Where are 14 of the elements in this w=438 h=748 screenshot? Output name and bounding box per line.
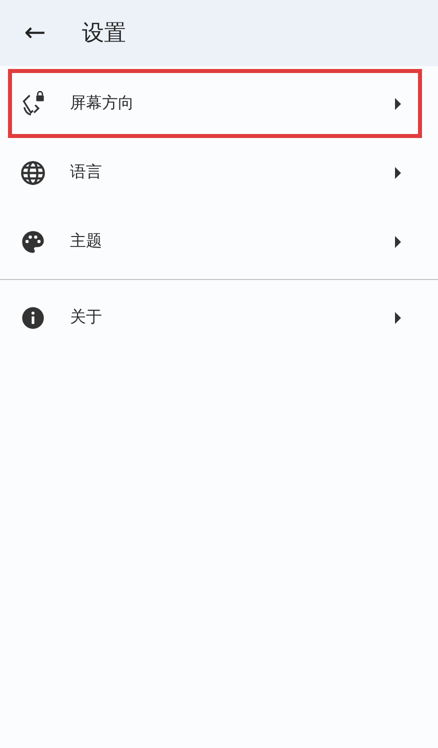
chevron-right-icon: [394, 312, 402, 324]
chevron-right-icon: [394, 236, 402, 248]
settings-item[interactable]: 语言: [8, 138, 422, 207]
settings-item[interactable]: 关于: [8, 283, 422, 352]
palette-icon: [20, 228, 46, 254]
chevron-right-icon: [394, 98, 402, 110]
highlighted-settings-item[interactable]: 屏幕方向: [8, 69, 422, 138]
page-title: 设置: [82, 20, 126, 48]
back-button[interactable]: ←: [20, 18, 50, 48]
info-icon: [20, 304, 46, 330]
settings-item[interactable]: 主题: [8, 207, 422, 276]
globe-icon: [20, 160, 46, 186]
screen-rotation-lock-icon: [20, 90, 46, 116]
chevron-right-icon: [394, 166, 402, 178]
